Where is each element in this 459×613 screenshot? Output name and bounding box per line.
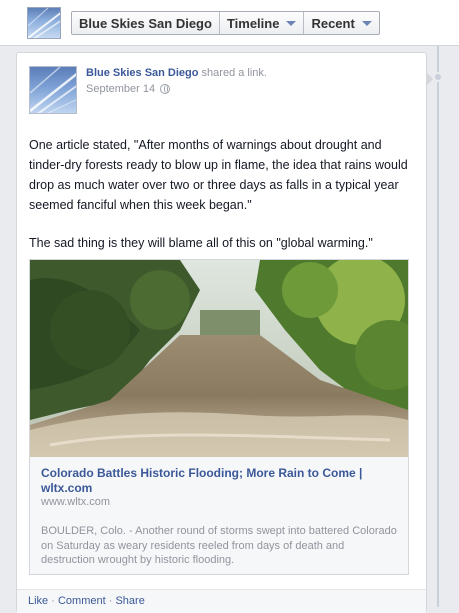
post-paragraph: One article stated, "After months of war… — [29, 138, 408, 212]
timeline-label: Timeline — [226, 15, 280, 31]
separator: · — [108, 595, 113, 607]
comment-button[interactable]: Comment — [58, 595, 106, 607]
recent-label: Recent — [311, 15, 355, 31]
page-name-button[interactable]: Blue Skies San Diego — [72, 12, 220, 34]
action-text: shared a link. — [201, 67, 267, 79]
share-button[interactable]: Share — [115, 595, 144, 607]
contrail-sky-image — [30, 67, 76, 113]
post-message: One article stated, "After months of war… — [29, 135, 409, 271]
flood-river-image — [30, 260, 408, 457]
separator: · — [51, 595, 55, 607]
chevron-down-icon — [286, 20, 297, 26]
globe-icon[interactable] — [160, 84, 171, 94]
link-title[interactable]: Colorado Battles Historic Flooding; More… — [41, 466, 391, 496]
avatar[interactable] — [29, 66, 77, 114]
timeline-dropdown[interactable]: Timeline — [220, 12, 305, 34]
timeline-dot — [433, 72, 443, 82]
post-card: Blue Skies San Diego shared a link. Sept… — [16, 52, 427, 613]
link-description: BOULDER, Colo. - Another round of storms… — [41, 525, 397, 566]
page-header: Blue Skies San Diego Timeline Recent — [0, 0, 459, 46]
like-button[interactable]: Like — [28, 595, 48, 607]
header-nav: Blue Skies San Diego Timeline Recent — [71, 11, 380, 35]
contrail-sky-image — [28, 8, 60, 38]
author-link[interactable]: Blue Skies San Diego — [86, 67, 198, 79]
post-date[interactable]: September 14 — [86, 83, 155, 95]
page-name-label: Blue Skies San Diego — [79, 15, 212, 31]
post-header: Blue Skies San Diego shared a link. — [86, 67, 267, 79]
post-timestamp-row: September 14 — [86, 83, 171, 95]
post-paragraph: The sad thing is they will blame all of … — [29, 236, 373, 250]
chevron-down-icon — [361, 20, 372, 26]
recent-dropdown[interactable]: Recent — [304, 12, 378, 34]
page-profile-thumbnail[interactable] — [27, 7, 61, 39]
link-domain: www.wltx.com — [41, 496, 111, 508]
link-preview[interactable]: Colorado Battles Historic Flooding; More… — [29, 259, 409, 575]
link-preview-image[interactable] — [30, 260, 408, 457]
timeline-spine — [437, 46, 439, 607]
timeline-connector-arrow — [427, 73, 433, 85]
post-actions: Like · Comment · Share — [17, 589, 426, 613]
